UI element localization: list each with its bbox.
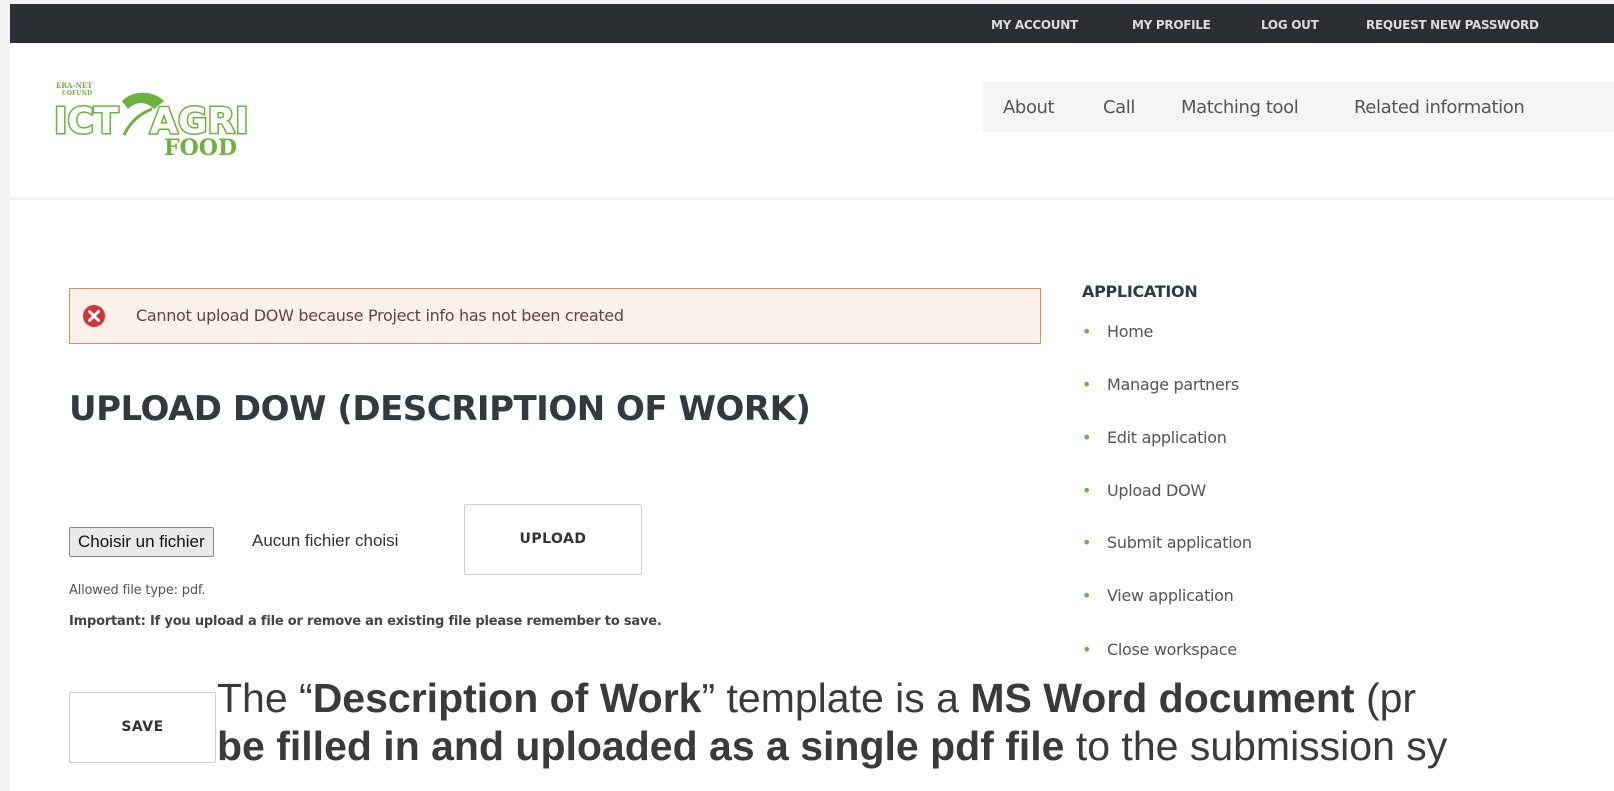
bullet-icon: •: [1082, 533, 1092, 552]
overlay-line-2: be filled in and uploaded as a single pd…: [217, 723, 1448, 769]
sidebar-item-view-application[interactable]: • View application: [1082, 586, 1234, 605]
nav-about[interactable]: About: [1003, 97, 1055, 118]
bullet-icon: •: [1082, 375, 1092, 394]
sidebar-item-label: Edit application: [1107, 428, 1227, 447]
sidebar-item-label: Home: [1107, 322, 1154, 341]
no-file-chosen-text: Aucun fichier choisi: [252, 531, 399, 550]
error-message: Cannot upload DOW because Project info h…: [69, 288, 1041, 344]
bullet-icon: •: [1082, 640, 1092, 659]
sidebar-item-edit-application[interactable]: • Edit application: [1082, 428, 1227, 447]
sidebar-item-label: Manage partners: [1107, 375, 1239, 394]
log-out-link[interactable]: LOG OUT: [1261, 18, 1319, 32]
allowed-file-type-text: Allowed file type: pdf.: [69, 583, 206, 598]
error-icon: [83, 305, 105, 327]
error-text: Cannot upload DOW because Project info h…: [136, 306, 624, 325]
sidebar-item-home[interactable]: • Home: [1082, 322, 1153, 341]
my-account-link[interactable]: MY ACCOUNT: [991, 18, 1078, 32]
choose-file-button[interactable]: Choisir un fichier: [69, 527, 214, 557]
bullet-icon: •: [1082, 586, 1092, 605]
svg-text:ICT: ICT: [54, 101, 119, 142]
sidebar-item-label: View application: [1107, 586, 1234, 605]
ict-agri-food-logo[interactable]: ERA-NET COFUND ICT AGRI FOOD: [54, 79, 254, 157]
page-title: UPLOAD DOW (DESCRIPTION OF WORK): [69, 389, 811, 429]
nav-matching-tool[interactable]: Matching tool: [1181, 97, 1299, 118]
top-bar: MY ACCOUNT MY PROFILE LOG OUT REQUEST NE…: [10, 4, 1614, 43]
bullet-icon: •: [1082, 322, 1092, 341]
sidebar-item-upload-dow[interactable]: • Upload DOW: [1082, 481, 1206, 500]
sidebar-item-label: Upload DOW: [1107, 481, 1206, 500]
request-new-password-link[interactable]: REQUEST NEW PASSWORD: [1366, 18, 1539, 32]
sidebar-title: APPLICATION: [1082, 282, 1198, 301]
overlay-line-1: The “Description of Work” template is a …: [217, 675, 1417, 721]
svg-text:FOOD: FOOD: [164, 135, 237, 157]
my-profile-link[interactable]: MY PROFILE: [1132, 18, 1211, 32]
sidebar-item-label: Close workspace: [1107, 640, 1237, 659]
sidebar-item-manage-partners[interactable]: • Manage partners: [1082, 375, 1239, 394]
nav-related-information[interactable]: Related information: [1354, 97, 1525, 118]
svg-text:ERA-NET: ERA-NET: [56, 81, 93, 90]
save-button[interactable]: SAVE: [69, 692, 216, 763]
bullet-icon: •: [1082, 428, 1092, 447]
svg-text:COFUND: COFUND: [62, 90, 92, 97]
nav-call[interactable]: Call: [1103, 97, 1135, 118]
important-note-text: Important: If you upload a file or remov…: [69, 614, 662, 629]
main-navigation: About Call Matching tool Related informa…: [983, 82, 1614, 132]
sidebar-item-label: Submit application: [1107, 533, 1252, 552]
sidebar-item-submit-application[interactable]: • Submit application: [1082, 533, 1252, 552]
sidebar-item-close-workspace[interactable]: • Close workspace: [1082, 640, 1237, 659]
overlay-annotation: The “Description of Work” template is a …: [217, 674, 1614, 791]
upload-button[interactable]: UPLOAD: [464, 504, 642, 575]
site-header: ERA-NET COFUND ICT AGRI FOOD About Call …: [10, 43, 1614, 200]
page: MY ACCOUNT MY PROFILE LOG OUT REQUEST NE…: [10, 4, 1614, 791]
bullet-icon: •: [1082, 481, 1092, 500]
